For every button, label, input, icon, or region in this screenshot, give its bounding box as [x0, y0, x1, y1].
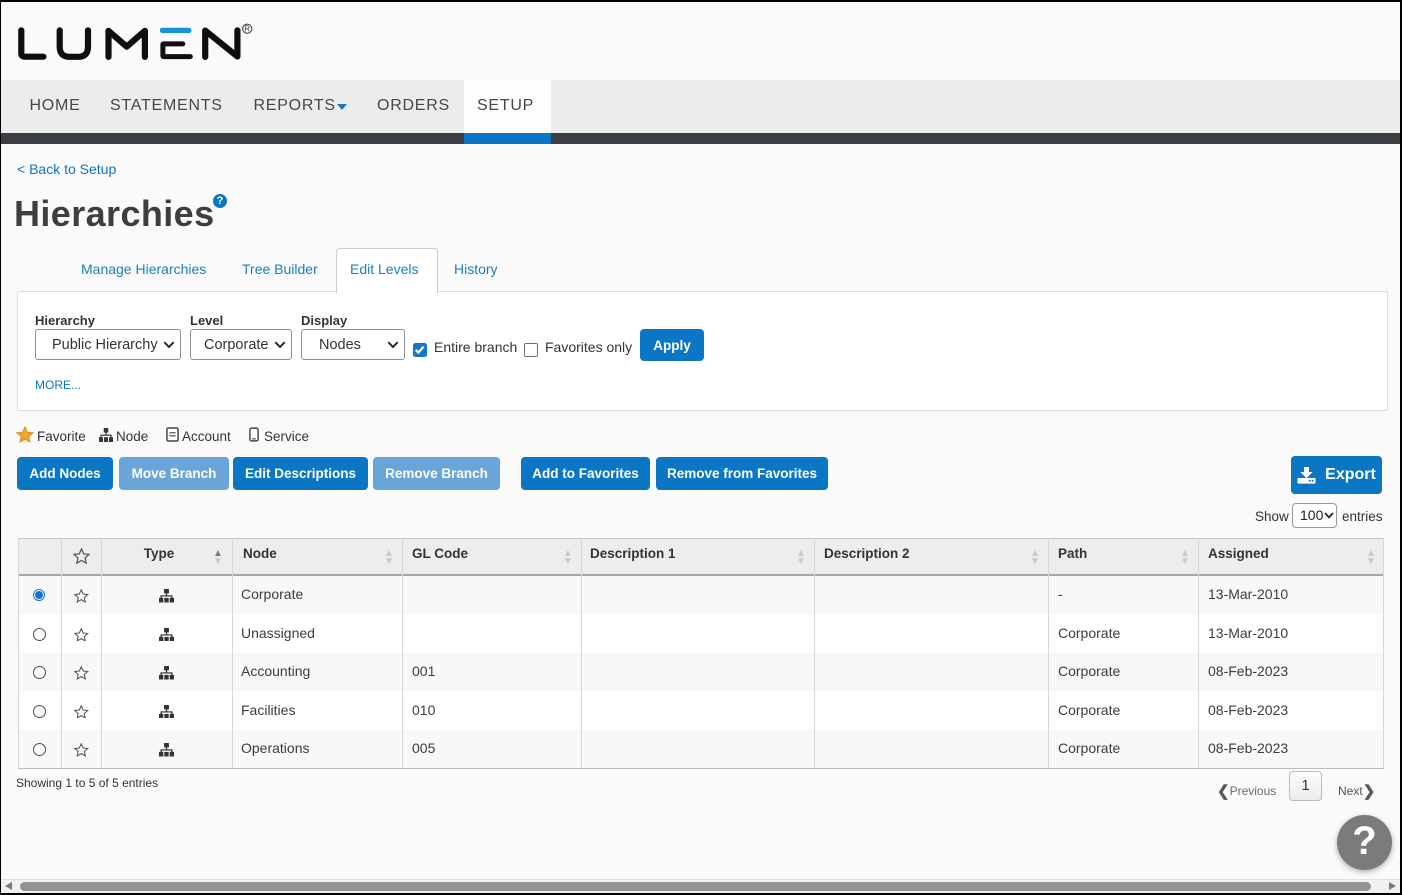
svg-text:R: R — [244, 25, 250, 34]
